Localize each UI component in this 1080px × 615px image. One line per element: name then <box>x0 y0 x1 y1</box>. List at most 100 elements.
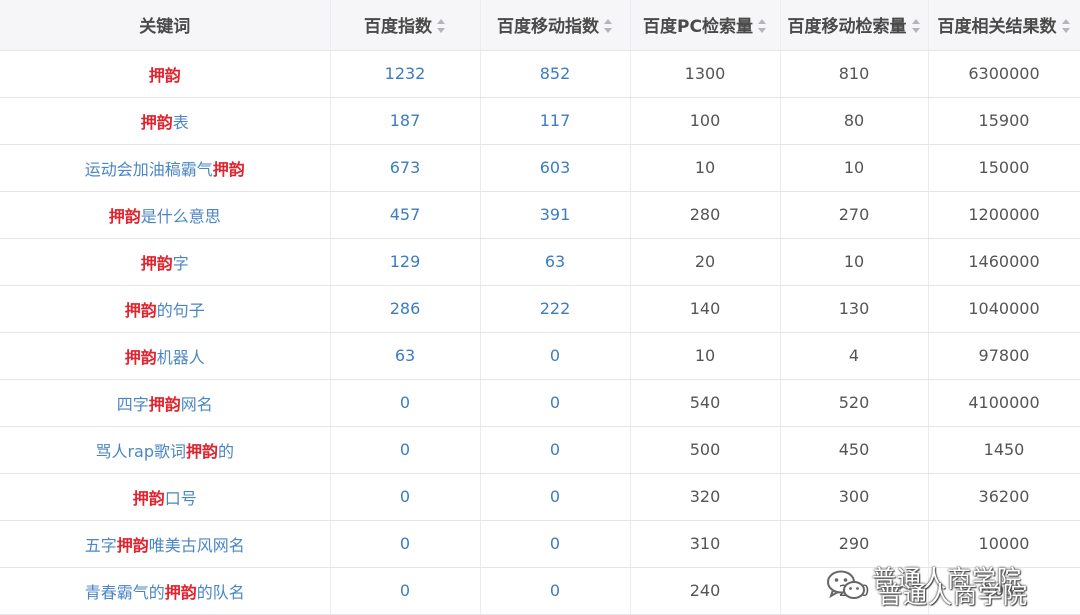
keyword-prefix: 运动会加油稿霸气 <box>84 159 213 179</box>
baidu-index-cell[interactable]: 457 <box>330 191 481 239</box>
table-header: 关键词 百度指数 百度移动指数 百度PC检索量 百度移动检索量 百度相关结果数 <box>0 0 1080 51</box>
mobile-volume-cell: 10 <box>780 144 929 192</box>
results-cell: 97800 <box>928 332 1080 380</box>
baidu-index-cell[interactable]: 0 <box>330 426 481 474</box>
pc-volume-cell: 240 <box>630 567 781 615</box>
keyword-cell[interactable]: 青春霸气的押韵的队名 <box>0 567 331 615</box>
table-row: 押韵口号 0 0 320 300 36200 <box>0 473 1080 521</box>
sort-icon[interactable] <box>604 19 613 34</box>
keyword-highlight: 押韵 <box>164 582 197 602</box>
baidu-index-cell[interactable]: 0 <box>330 567 481 615</box>
wechat-icon <box>827 570 865 599</box>
baidu-index-cell[interactable]: 0 <box>330 379 481 427</box>
pc-volume-cell: 280 <box>630 191 781 239</box>
keyword-prefix: 五字 <box>84 535 117 555</box>
keyword-table: 关键词 百度指数 百度移动指数 百度PC检索量 百度移动检索量 百度相关结果数 … <box>0 0 1080 615</box>
baidu-index-cell[interactable]: 286 <box>330 285 481 333</box>
mobile-volume-cell: 270 <box>780 191 929 239</box>
keyword-suffix: 是什么意思 <box>140 206 221 226</box>
keyword-highlight: 押韵 <box>124 347 157 367</box>
baidu-index-cell[interactable]: 187 <box>330 97 481 145</box>
mobile-volume-cell: 450 <box>780 426 929 474</box>
baidu-index-cell[interactable]: 63 <box>330 332 481 380</box>
pc-volume-cell: 100 <box>630 97 781 145</box>
results-cell: 15000 <box>928 144 1080 192</box>
mobile-volume-cell: 300 <box>780 473 929 521</box>
keyword-cell[interactable]: 四字押韵网名 <box>0 379 331 427</box>
baidu-index-cell[interactable]: 0 <box>330 473 481 521</box>
header-label: 关键词 <box>139 17 191 38</box>
mobile-index-cell[interactable]: 852 <box>480 50 631 98</box>
table-row: 押韵是什么意思 457 391 280 270 1200000 <box>0 191 1080 239</box>
keyword-highlight: 押韵 <box>186 441 219 461</box>
mobile-index-cell[interactable]: 603 <box>480 144 631 192</box>
keyword-cell[interactable]: 押韵字 <box>0 238 331 286</box>
header-label: 百度移动指数 <box>497 17 599 38</box>
results-cell: 1200000 <box>928 191 1080 239</box>
sort-icon[interactable] <box>911 19 921 34</box>
table-row: 押韵 1232 852 1300 810 6300000 <box>0 50 1080 98</box>
mobile-volume-cell: 520 <box>780 379 929 427</box>
keyword-cell[interactable]: 骂人rap歌词押韵的 <box>0 426 331 474</box>
watermark: 普通人商学院 普通人商学院 <box>826 559 1066 611</box>
header-baidu-index[interactable]: 百度指数 <box>330 0 481 51</box>
keyword-highlight: 押韵 <box>108 206 141 226</box>
keyword-cell[interactable]: 押韵 <box>0 50 331 98</box>
header-mobile-index[interactable]: 百度移动指数 <box>480 0 631 51</box>
keyword-suffix: 唯美古风网名 <box>148 535 245 555</box>
keyword-suffix: 字 <box>172 253 189 273</box>
header-pc-volume[interactable]: 百度PC检索量 <box>630 0 781 51</box>
keyword-cell[interactable]: 押韵机器人 <box>0 332 331 380</box>
header-mobile-volume[interactable]: 百度移动检索量 <box>780 0 929 51</box>
mobile-volume-cell: 80 <box>780 97 929 145</box>
mobile-index-cell[interactable]: 0 <box>480 520 631 568</box>
table-row: 押韵的句子 286 222 140 130 1040000 <box>0 285 1080 333</box>
mobile-index-cell[interactable]: 117 <box>480 97 631 145</box>
keyword-suffix: 机器人 <box>156 347 205 367</box>
mobile-index-cell[interactable]: 0 <box>480 567 631 615</box>
sort-icon[interactable] <box>757 19 767 34</box>
table-row: 骂人rap歌词押韵的 0 0 500 450 1450 <box>0 426 1080 474</box>
mobile-volume-cell: 10 <box>780 238 929 286</box>
mobile-index-cell[interactable]: 0 <box>480 426 631 474</box>
baidu-index-cell[interactable]: 129 <box>330 238 481 286</box>
pc-volume-cell: 10 <box>630 332 781 380</box>
results-cell: 4100000 <box>928 379 1080 427</box>
pc-volume-cell: 1300 <box>630 50 781 98</box>
header-keyword: 关键词 <box>0 0 331 51</box>
mobile-index-cell[interactable]: 0 <box>480 473 631 521</box>
pc-volume-cell: 10 <box>630 144 781 192</box>
table-row: 运动会加油稿霸气押韵 673 603 10 10 15000 <box>0 144 1080 192</box>
keyword-cell[interactable]: 押韵表 <box>0 97 331 145</box>
baidu-index-cell[interactable]: 673 <box>330 144 481 192</box>
keyword-cell[interactable]: 押韵的句子 <box>0 285 331 333</box>
keyword-cell[interactable]: 押韵口号 <box>0 473 331 521</box>
mobile-index-cell[interactable]: 0 <box>480 379 631 427</box>
keyword-cell[interactable]: 五字押韵唯美古风网名 <box>0 520 331 568</box>
table-row: 押韵表 187 117 100 80 15900 <box>0 97 1080 145</box>
keyword-suffix: 表 <box>172 112 189 132</box>
baidu-index-cell[interactable]: 0 <box>330 520 481 568</box>
table-body: 押韵 1232 852 1300 810 6300000 押韵表 187 117… <box>0 50 1080 615</box>
header-label: 百度相关结果数 <box>937 17 1057 38</box>
baidu-index-cell[interactable]: 1232 <box>330 50 481 98</box>
keyword-highlight: 押韵 <box>116 535 149 555</box>
results-cell: 36200 <box>928 473 1080 521</box>
header-row: 关键词 百度指数 百度移动指数 百度PC检索量 百度移动检索量 百度相关结果数 <box>0 0 1080 51</box>
header-label: 百度移动检索量 <box>787 17 907 38</box>
pc-volume-cell: 140 <box>630 285 781 333</box>
keyword-highlight: 押韵 <box>132 488 165 508</box>
mobile-index-cell[interactable]: 222 <box>480 285 631 333</box>
header-results[interactable]: 百度相关结果数 <box>928 0 1080 51</box>
mobile-index-cell[interactable]: 0 <box>480 332 631 380</box>
keyword-highlight: 押韵 <box>212 159 245 179</box>
watermark-text: 普通人商学院 <box>878 581 1028 609</box>
mobile-index-cell[interactable]: 391 <box>480 191 631 239</box>
mobile-index-cell[interactable]: 63 <box>480 238 631 286</box>
keyword-cell[interactable]: 运动会加油稿霸气押韵 <box>0 144 331 192</box>
keyword-suffix: 的 <box>218 441 235 461</box>
results-cell: 15900 <box>928 97 1080 145</box>
sort-icon[interactable] <box>1061 19 1071 34</box>
keyword-cell[interactable]: 押韵是什么意思 <box>0 191 331 239</box>
sort-icon[interactable] <box>437 19 446 34</box>
